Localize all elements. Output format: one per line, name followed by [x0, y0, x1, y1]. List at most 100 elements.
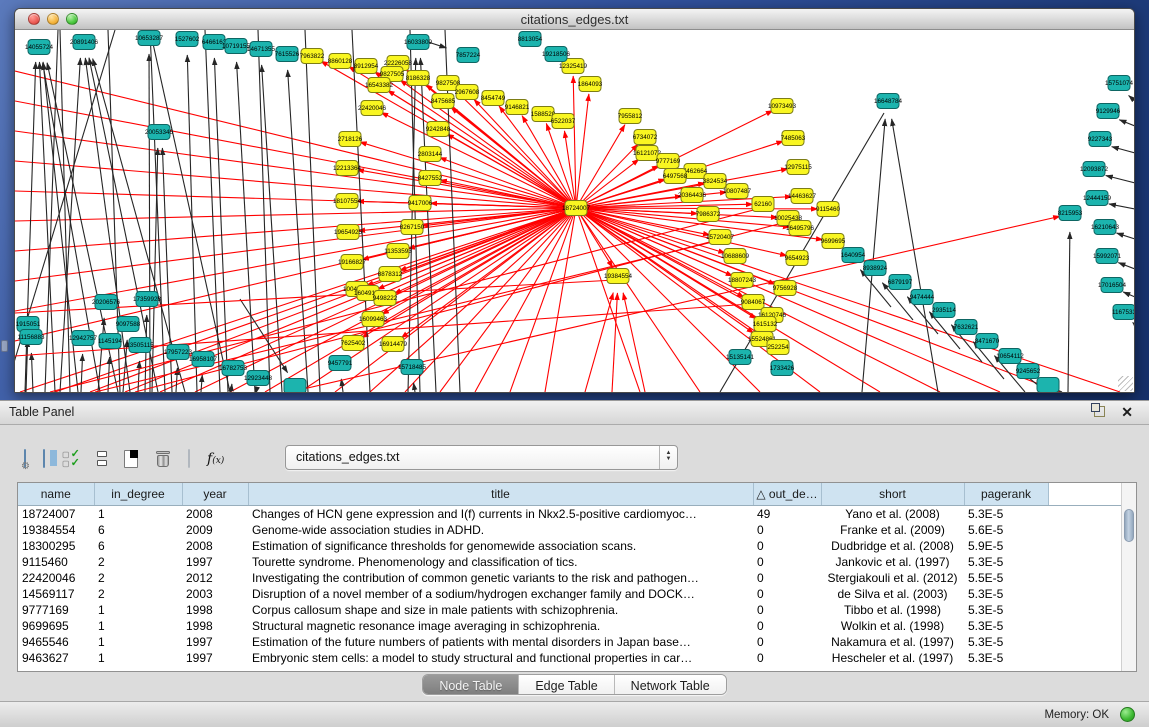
table-row[interactable]: 1830029562008Estimation of significance … [18, 538, 1123, 554]
graph-node[interactable]: 15718485 [398, 360, 427, 375]
table-cell[interactable]: 1 [94, 618, 182, 634]
table-cell[interactable]: 1998 [182, 602, 248, 618]
table-cell[interactable]: Embryonic stem cells: a model to study s… [248, 650, 753, 666]
zoom-window-button[interactable] [66, 13, 78, 25]
graph-node[interactable]: 12975115 [784, 160, 812, 175]
table-cell[interactable]: 0 [753, 650, 821, 666]
graph-node[interactable]: 19654925 [334, 225, 363, 240]
col-header-year[interactable]: year [182, 483, 248, 505]
table-cell[interactable]: 14569117 [18, 586, 94, 602]
graph-node[interactable]: 19218506 [542, 47, 571, 62]
table-cell[interactable]: Tourette syndrome. Phenomenology and cla… [248, 554, 753, 570]
tab-network-table[interactable]: Network Table [615, 675, 726, 695]
graph-node[interactable]: 9417006 [408, 196, 433, 211]
table-cell[interactable]: Corpus callosum shape and size in male p… [248, 602, 753, 618]
table-cell[interactable]: 2008 [182, 505, 248, 522]
table-cell[interactable]: 1 [94, 650, 182, 666]
table-cell[interactable]: 1 [94, 602, 182, 618]
graph-node[interactable]: 2935114 [932, 303, 957, 318]
graph-node[interactable]: 10973493 [768, 99, 797, 114]
graph-node[interactable]: 9457791 [328, 356, 353, 371]
graph-node[interactable]: 9474444 [910, 290, 935, 305]
table-cell[interactable]: 9465546 [18, 634, 94, 650]
memory-status-indicator[interactable] [1120, 707, 1135, 722]
graph-node[interactable]: 8475685 [431, 94, 456, 109]
table-cell[interactable]: 2 [94, 586, 182, 602]
graph-node[interactable]: 19384554 [604, 269, 633, 284]
graph-node[interactable]: 14055724 [25, 40, 54, 55]
graph-node[interactable]: 20891406 [70, 35, 99, 50]
table-cell[interactable]: Yano et al. (2008) [821, 505, 964, 522]
table-cell[interactable]: Estimation of significance thresholds fo… [248, 538, 753, 554]
graph-node[interactable]: 252254 [767, 340, 789, 355]
table-cell[interactable]: 19384554 [18, 522, 94, 538]
graph-node[interactable]: 7955812 [618, 109, 643, 124]
table-row[interactable]: 969969511998Structural magnetic resonanc… [18, 618, 1123, 634]
graph-node[interactable]: 10654112 [996, 349, 1024, 364]
graph-node[interactable]: 9115460 [816, 202, 841, 217]
graph-node[interactable]: 3824534 [703, 174, 728, 189]
graph-node[interactable]: 2967608 [455, 85, 480, 100]
table-cell[interactable]: Genome-wide association studies in ADHD. [248, 522, 753, 538]
graph-node[interactable]: 9242848 [426, 122, 451, 137]
table-cell[interactable]: 5.3E-5 [964, 602, 1048, 618]
window-resize-grip[interactable] [1118, 376, 1133, 391]
table-row[interactable]: 1456911722003Disruption of a novel membe… [18, 586, 1123, 602]
table-cell[interactable]: Jankovic et al. (1997) [821, 554, 964, 570]
show-columns-button[interactable] [43, 450, 45, 468]
selection-mode-button[interactable]: ✓✓ [62, 450, 80, 468]
table-cell[interactable]: 9115460 [18, 554, 94, 570]
graph-node[interactable]: 17359928 [133, 292, 162, 307]
graph-node[interactable]: 20206576 [92, 295, 121, 310]
graph-node[interactable]: 8186328 [406, 71, 431, 86]
table-cell[interactable]: Structural magnetic resonance image aver… [248, 618, 753, 634]
graph-node[interactable]: 12444159 [1083, 191, 1112, 206]
graph-node[interactable] [284, 379, 306, 393]
table-cell[interactable]: 2 [94, 554, 182, 570]
graph-node[interactable]: 16099463 [359, 312, 388, 327]
row-height-button[interactable] [97, 451, 107, 468]
graph-node[interactable]: 6734072 [633, 130, 658, 145]
graph-node[interactable]: 16210643 [1091, 220, 1120, 235]
graph-node[interactable]: 6522037 [551, 114, 576, 129]
table-cell[interactable]: 5.3E-5 [964, 554, 1048, 570]
table-cell[interactable]: Changes of HCN gene expression and I(f) … [248, 505, 753, 522]
graph-node[interactable]: 16914479 [379, 337, 408, 352]
table-cell[interactable]: 1997 [182, 650, 248, 666]
table-cell[interactable]: 5.3E-5 [964, 505, 1048, 522]
table-cell[interactable]: 0 [753, 586, 821, 602]
table-cell[interactable]: 5.6E-5 [964, 522, 1048, 538]
table-cell[interactable]: Dudbridge et al. (2008) [821, 538, 964, 554]
col-header-in-degree[interactable]: in_degree [94, 483, 182, 505]
table-cell[interactable]: 0 [753, 538, 821, 554]
table-cell[interactable]: 6 [94, 538, 182, 554]
table-row[interactable]: 911546021997Tourette syndrome. Phenomeno… [18, 554, 1123, 570]
graph-node[interactable]: 8427552 [418, 171, 443, 186]
table-cell[interactable]: 5.3E-5 [964, 650, 1048, 666]
graph-node[interactable]: 11353593 [384, 244, 412, 259]
minimize-window-button[interactable] [47, 13, 59, 25]
table-cell[interactable]: 1997 [182, 554, 248, 570]
graph-node[interactable]: 62160 [752, 197, 774, 212]
col-header-pagerank[interactable]: pagerank [964, 483, 1048, 505]
table-cell[interactable]: 0 [753, 634, 821, 650]
graph-node[interactable]: 10807487 [723, 184, 752, 199]
graph-node[interactable]: 14671355 [247, 42, 276, 57]
graph-node[interactable]: 15992071 [1093, 249, 1122, 264]
table-row[interactable]: 946554611997Estimation of the future num… [18, 634, 1123, 650]
col-header-name[interactable]: name [18, 483, 94, 505]
graph-node[interactable]: 16782753 [219, 361, 248, 376]
table-cell[interactable]: Investigating the contribution of common… [248, 570, 753, 586]
function-builder-button[interactable]: f(x) [207, 451, 224, 467]
graph-node[interactable]: 15720407 [706, 230, 735, 245]
graph-node[interactable]: 20053346 [145, 125, 174, 140]
close-panel-icon[interactable]: ✕ [1121, 404, 1133, 420]
graph-node[interactable]: 6497568 [663, 169, 688, 184]
graph-node[interactable]: 17016504 [1098, 278, 1127, 293]
table-cell[interactable]: 1 [94, 505, 182, 522]
graph-node[interactable]: 10653287 [135, 31, 164, 46]
graph-node[interactable]: 8813054 [518, 32, 543, 47]
table-cell[interactable]: 2008 [182, 538, 248, 554]
graph-node[interactable]: 18807243 [728, 273, 757, 288]
graph-node[interactable]: 1864093 [578, 77, 603, 92]
